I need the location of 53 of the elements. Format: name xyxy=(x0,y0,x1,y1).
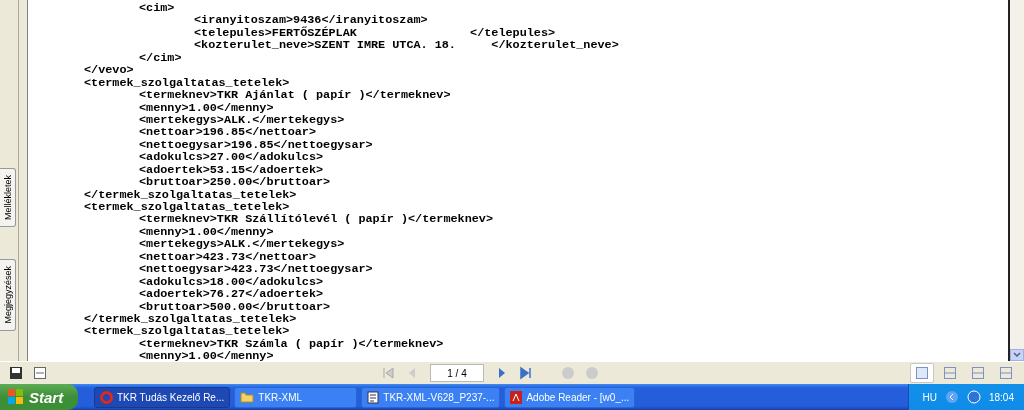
xml-line: <termeknev>TKR Számla ( papír )</termeknev> xyxy=(139,337,444,351)
xml-line: <iranyitoszam>9436</iranyitoszam> xyxy=(194,14,428,27)
xml-line: <kozterulet_neve>SZENT IMRE UTCA. 18. </kozterulet_neve> xyxy=(194,39,619,52)
network-icon[interactable] xyxy=(966,390,981,404)
page-view-icon xyxy=(915,366,929,381)
page-number-field[interactable]: 1 / 4 xyxy=(430,364,484,383)
page-view-icon xyxy=(943,366,957,381)
view-mode-button[interactable] xyxy=(910,363,934,384)
xml-line: <menny>1.00</menny> xyxy=(139,225,274,239)
xml-line: <bruttoar>250.00</bruttoar> xyxy=(139,176,331,189)
xml-line: <menny>1.00</menny> xyxy=(139,350,274,362)
xml-line: <telepules>FERTŐSZÉPLAK </telepules> xyxy=(194,26,556,40)
page-view-icon xyxy=(971,366,985,381)
side-tab[interactable]: Megjegyzések xyxy=(0,259,16,331)
chevron-down-icon xyxy=(1013,352,1021,359)
page-view-icon xyxy=(999,366,1013,381)
xml-line: <nettoegysar>196.85</nettoegysar> xyxy=(139,138,373,152)
folder-icon xyxy=(240,391,255,403)
xml-line: <adokulcs>18.00</adokulcs> xyxy=(139,275,324,289)
taskbar-button[interactable]: Adobe Reader - [w0_... xyxy=(504,386,636,408)
xml-line: </vevo> xyxy=(84,64,134,77)
xml-line: <termek_szolgaltatas_tetelek> xyxy=(84,201,290,214)
xml-line: <cim> xyxy=(139,2,175,15)
document-icon xyxy=(367,390,380,404)
xml-line: <termek_szolgaltatas_tetelek> xyxy=(84,76,290,90)
taskbar-button[interactable]: TKR-XML-V628_P237-... xyxy=(361,386,501,408)
windows-logo xyxy=(8,389,24,405)
xml-line: <nettoar>196.85</nettoar> xyxy=(139,126,316,139)
taskbar-button[interactable]: TKR-XML xyxy=(234,386,358,408)
side-tab[interactable]: Mellékletek xyxy=(0,168,16,228)
xml-line: <nettoar>423.73</nettoar> xyxy=(139,250,316,264)
xml-line: <mertekegys>ALK.</mertekegys> xyxy=(139,238,345,251)
reader-icon xyxy=(510,390,523,404)
xml-line: <mertekegys>ALK.</mertekegys> xyxy=(139,113,345,127)
taskbar-button[interactable]: TKR Tudás Kezelő Re... xyxy=(94,386,231,408)
xml-line: </termek_szolgaltatas_tetelek> xyxy=(84,312,297,326)
xml-line: <menny>1.00</menny> xyxy=(139,101,274,114)
xml-line: <termeknev>TKR Szállítólevél ( papír )</termeknev> xyxy=(139,213,493,226)
xml-line: <adokulcs>27.00</adokulcs> xyxy=(139,151,324,164)
xml-line: <bruttoar>500.00</bruttoar> xyxy=(139,300,331,313)
xml-line: <adoertek>76.27</adoertek> xyxy=(139,288,324,301)
clock: 18:04 xyxy=(988,391,1014,403)
chevron-icon[interactable] xyxy=(944,390,959,404)
start-button[interactable]: Start xyxy=(0,384,78,410)
xml-line: <adoertek>53.15</adoertek> xyxy=(139,163,324,177)
language-indicator[interactable]: HU xyxy=(922,391,937,403)
xml-line: </termek_szolgaltatas_tetelek> xyxy=(84,188,297,201)
xml-line: </cim> xyxy=(139,51,182,65)
xml-line: <termek_szolgaltatas_tetelek> xyxy=(84,325,290,338)
xml-line: <termeknev>TKR Ajánlat ( papír )</termeknev> xyxy=(139,89,451,102)
scroll-down-button[interactable] xyxy=(1010,349,1024,362)
xml-line: <nettoegysar>423.73</nettoegysar> xyxy=(139,263,373,276)
ring-icon xyxy=(100,390,113,404)
